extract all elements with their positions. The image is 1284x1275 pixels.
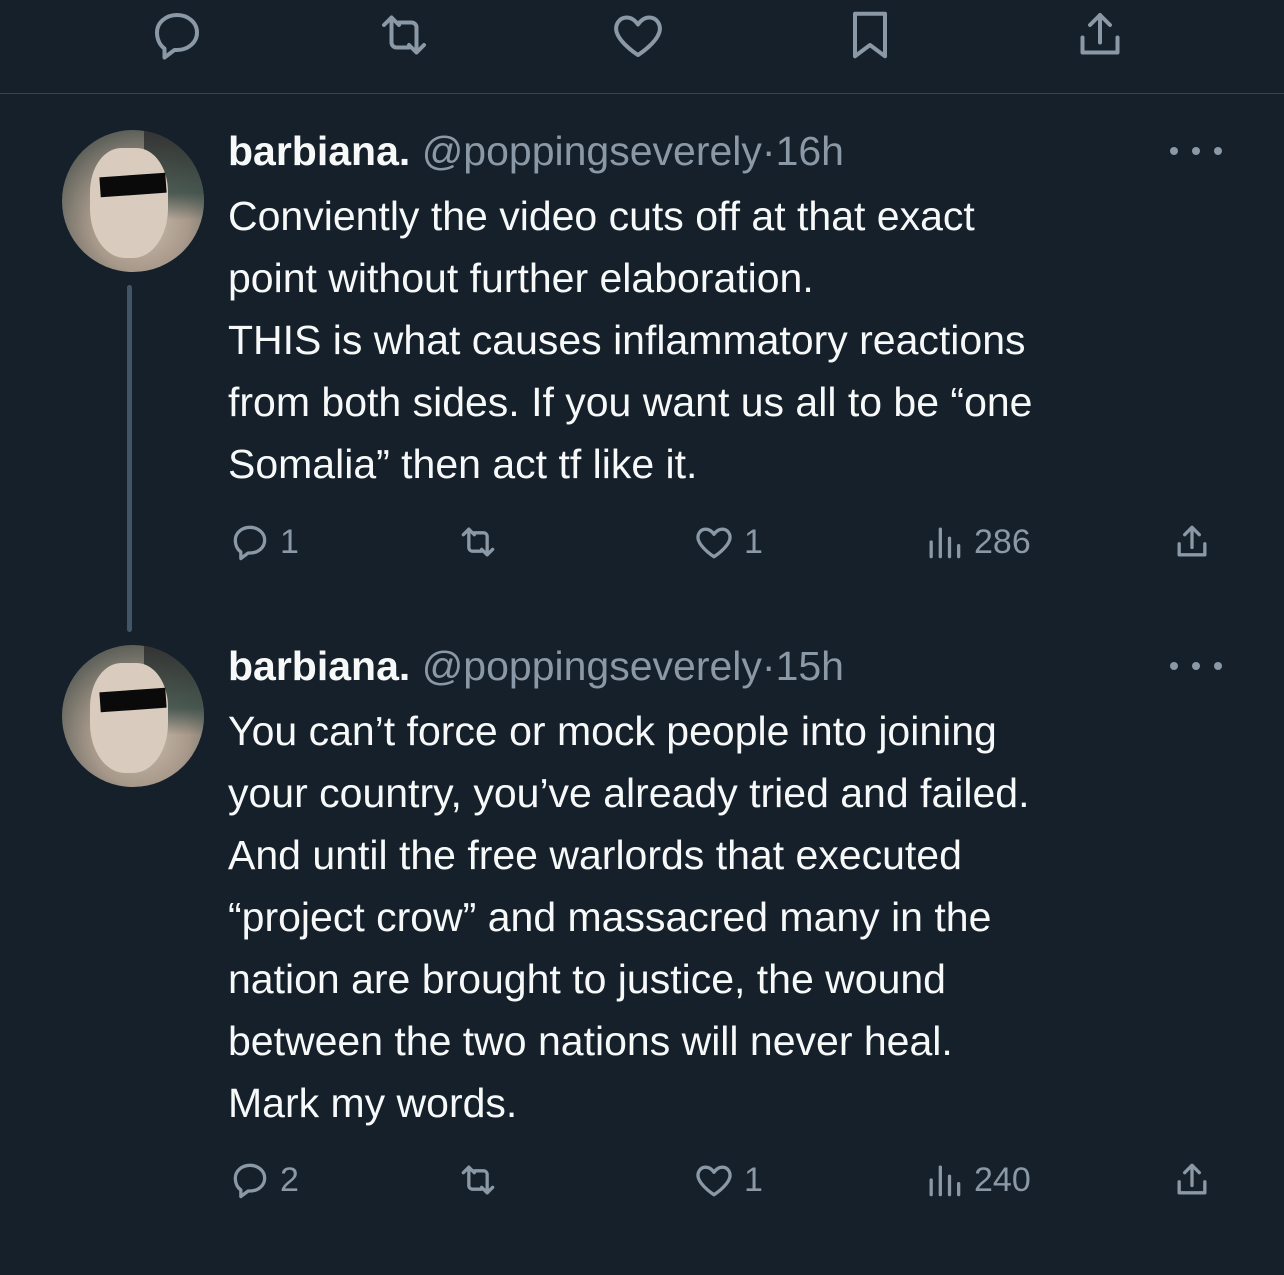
like-icon — [696, 527, 732, 559]
bookmark-icon[interactable] — [838, 3, 902, 67]
tweet-text-line: THIS is what causes inflammatory reactio… — [228, 317, 1026, 363]
avatar[interactable] — [62, 130, 204, 272]
views-button[interactable]: 286 — [922, 512, 1031, 572]
share-icon — [1177, 525, 1207, 557]
reply-count: 1 — [280, 522, 299, 561]
retweet-icon — [461, 527, 495, 557]
timestamp[interactable]: 16h — [776, 128, 844, 174]
tweet-text: You can’t force or mock people into join… — [228, 700, 1228, 1134]
reply-button[interactable]: 2 — [228, 1150, 299, 1210]
reply-icon — [233, 525, 267, 561]
tweet-text: Conviently the video cuts off at that ex… — [228, 185, 1228, 495]
like-count: 1 — [744, 522, 763, 561]
tweet-text-line: your country, you’ve already tried and f… — [228, 770, 1030, 816]
like-count: 1 — [744, 1160, 763, 1199]
share-button[interactable] — [1170, 512, 1214, 572]
user-handle[interactable]: @poppingseverely — [422, 128, 762, 174]
retweet-icon — [461, 1165, 495, 1195]
tweet-text-line: Conviently the video cuts off at that ex… — [228, 193, 975, 239]
views-icon — [929, 1165, 961, 1197]
reply-icon[interactable] — [145, 3, 209, 67]
thread-connector-line — [127, 285, 132, 632]
tweet-text-line: “project crow” and massacred many in the — [228, 894, 992, 940]
separator-dot: · — [761, 128, 776, 174]
retweet-button[interactable] — [456, 1150, 508, 1210]
thread-view: barbiana. @poppingseverely·16h Convientl… — [0, 0, 1284, 1275]
tweet-action-bar: 1 1 286 — [0, 512, 1284, 572]
avatar[interactable] — [62, 645, 204, 787]
tweet-text-line: And until the free warlords that execute… — [228, 832, 962, 878]
retweet-button[interactable] — [456, 512, 508, 572]
timestamp[interactable]: 15h — [776, 643, 844, 689]
previous-tweet-action-bar — [0, 0, 1284, 94]
like-button[interactable]: 1 — [692, 512, 763, 572]
tweet-text-line: between the two nations will never heal. — [228, 1018, 953, 1064]
tweet-text-line: point without further elaboration. — [228, 255, 814, 301]
tweet-text-line: from both sides. If you want us all to b… — [228, 379, 1033, 425]
share-icon[interactable] — [1068, 3, 1132, 67]
display-name[interactable]: barbiana. — [228, 643, 410, 689]
tweet-text-line: Somalia” then act tf like it. — [228, 441, 698, 487]
display-name[interactable]: barbiana. — [228, 128, 410, 174]
share-icon — [1177, 1163, 1207, 1195]
tweet-action-bar: 2 1 240 — [0, 1150, 1284, 1210]
separator-dot: · — [761, 643, 776, 689]
retweet-icon[interactable] — [372, 3, 436, 67]
more-options-icon[interactable] — [1170, 136, 1222, 166]
tweet-text-line: Mark my words. — [228, 1080, 518, 1126]
like-icon[interactable] — [606, 3, 670, 67]
view-count: 286 — [974, 522, 1031, 561]
view-count: 240 — [974, 1160, 1031, 1199]
reply-count: 2 — [280, 1160, 299, 1199]
like-icon — [696, 1165, 732, 1197]
tweet-text-line: You can’t force or mock people into join… — [228, 708, 997, 754]
tweet-text-line: nation are brought to justice, the wound — [228, 956, 946, 1002]
views-button[interactable]: 240 — [922, 1150, 1031, 1210]
views-icon — [929, 527, 961, 559]
reply-button[interactable]: 1 — [228, 512, 299, 572]
tweet-header: barbiana. @poppingseverely·16h — [228, 126, 844, 176]
user-handle[interactable]: @poppingseverely — [422, 643, 762, 689]
reply-icon — [233, 1163, 267, 1199]
tweet-header: barbiana. @poppingseverely·15h — [228, 641, 844, 691]
like-button[interactable]: 1 — [692, 1150, 763, 1210]
more-options-icon[interactable] — [1170, 651, 1222, 681]
share-button[interactable] — [1170, 1150, 1214, 1210]
